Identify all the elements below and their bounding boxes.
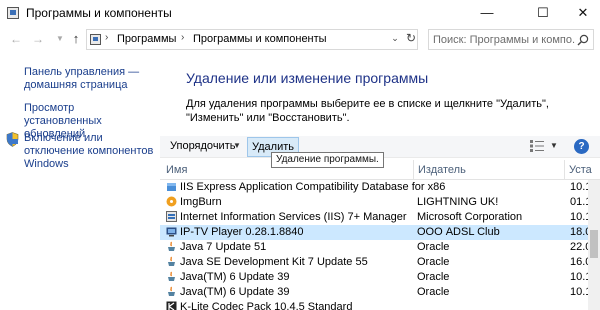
program-name: Internet Information Services (IIS) 7+ M… [180, 211, 407, 223]
left-pane: Панель управления — домашняя страница Пр… [0, 52, 156, 310]
address-dropdown-chevron-icon[interactable]: ⌄ [388, 29, 402, 47]
program-installed-on: 10.1 [570, 271, 588, 283]
program-installed-on: 10.1 [570, 211, 588, 223]
maximize-button[interactable]: ☐ [520, 0, 566, 26]
close-button[interactable]: ✕ [566, 0, 600, 26]
recent-locations-chevron-icon[interactable]: ▼ [52, 30, 68, 48]
control-panel-icon [7, 7, 19, 19]
program-publisher: Oracle [417, 271, 450, 283]
table-row[interactable]: Java 7 Update 51 Oracle 22.0 [160, 240, 588, 255]
organize-button[interactable]: Упорядочить [170, 140, 235, 152]
program-name: Java SE Development Kit 7 Update 55 [180, 256, 368, 268]
control-panel-icon [90, 34, 101, 45]
search-box[interactable] [428, 29, 594, 50]
program-publisher: Oracle [417, 241, 450, 253]
program-publisher: Oracle [417, 256, 450, 268]
column-header-name[interactable]: Имя [166, 164, 187, 176]
package-icon [167, 183, 176, 191]
java-icon [168, 271, 175, 281]
program-installed-on: 18.0 [570, 226, 588, 238]
program-name: IP-TV Player 0.28.1.8840 [180, 226, 304, 238]
klite-icon [166, 301, 177, 310]
organize-dropdown-icon[interactable]: ▼ [233, 141, 241, 150]
program-name: K-Lite Codec Pack 10.4.5 Standard [180, 301, 353, 310]
table-row[interactable]: ImgBurn LIGHTNING UK! 01.1 [160, 195, 588, 210]
table-row[interactable]: Java SE Development Kit 7 Update 55 Orac… [160, 255, 588, 270]
program-installed-on: 10.1 [570, 181, 588, 193]
breadcrumb-separator-icon[interactable]: › [181, 32, 184, 43]
program-publisher: Oracle [417, 286, 450, 298]
column-header-installed-on[interactable]: Уста [569, 164, 592, 176]
table-row[interactable]: Java(TM) 6 Update 39 Oracle 10.1 [160, 270, 588, 285]
view-dropdown-icon[interactable]: ▼ [550, 141, 558, 150]
program-list: IIS Express Application Compatibility Da… [160, 180, 588, 310]
program-installed-on: 10.1 [570, 286, 588, 298]
minimize-button[interactable]: — [464, 0, 510, 26]
navigation-bar: ← → ▼ ↑ › Программы › Программы и компон… [0, 26, 600, 52]
program-installed-on: 16.0 [570, 256, 588, 268]
page-description: Для удаления программы выберите ее в спи… [186, 98, 549, 124]
up-arrow-icon[interactable]: ↑ [68, 30, 84, 48]
breadcrumb-programs[interactable]: Программы [117, 33, 176, 45]
table-row[interactable]: Internet Information Services (IIS) 7+ M… [160, 210, 588, 225]
search-icon[interactable] [577, 34, 589, 46]
program-name: Java(TM) 6 Update 39 [180, 286, 290, 298]
java-icon [168, 241, 175, 251]
java-icon [168, 286, 175, 296]
control-panel-home-link[interactable]: Панель управления — домашняя страница [24, 66, 154, 92]
title-bar: Программы и компоненты — ☐ ✕ [0, 0, 600, 26]
refresh-icon[interactable]: ↻ [404, 29, 418, 47]
help-icon[interactable]: ? [574, 139, 589, 154]
column-divider[interactable] [413, 160, 414, 180]
table-row[interactable]: K-Lite Codec Pack 10.4.5 Standard [160, 300, 588, 310]
scrollbar-thumb[interactable] [590, 230, 598, 258]
java-icon [168, 256, 175, 266]
shield-icon [6, 132, 19, 147]
program-name: Java 7 Update 51 [180, 241, 267, 253]
view-options-icon[interactable] [530, 140, 544, 152]
iptv-icon [166, 227, 177, 237]
breadcrumb-separator-icon[interactable]: › [105, 32, 108, 43]
address-bar[interactable]: › Программы › Программы и компоненты [86, 29, 418, 50]
program-publisher: ООО ADSL Club [417, 226, 500, 238]
page-title: Удаление или изменение программы [186, 70, 429, 86]
table-row-selected[interactable]: IP-TV Player 0.28.1.8840 ООО ADSL Club 1… [160, 225, 588, 240]
vertical-scrollbar[interactable] [588, 180, 600, 310]
uninstall-tooltip: Удаление программы. [271, 152, 384, 168]
table-row[interactable]: Java(TM) 6 Update 39 Oracle 10.1 [160, 285, 588, 300]
back-arrow-icon[interactable]: ← [8, 30, 24, 48]
forward-arrow-icon[interactable]: → [30, 30, 46, 48]
program-name: ImgBurn [180, 196, 222, 208]
program-installed-on: 22.0 [570, 241, 588, 253]
windows-features-link[interactable]: Включение или отключение компонентов Win… [24, 132, 154, 171]
imgburn-icon [166, 196, 177, 207]
search-input[interactable] [433, 31, 575, 48]
breadcrumb-programs-and-features[interactable]: Программы и компоненты [193, 33, 327, 45]
iis-icon [166, 211, 177, 222]
window-title: Программы и компоненты [26, 6, 172, 20]
table-row[interactable]: IIS Express Application Compatibility Da… [160, 180, 588, 195]
column-divider[interactable] [564, 160, 565, 180]
program-publisher: Microsoft Corporation [417, 211, 523, 223]
program-name: IIS Express Application Compatibility Da… [180, 181, 446, 193]
program-publisher: LIGHTNING UK! [417, 196, 499, 208]
program-name: Java(TM) 6 Update 39 [180, 271, 290, 283]
program-installed-on: 01.1 [570, 196, 588, 208]
column-header-publisher[interactable]: Издатель [418, 164, 466, 176]
